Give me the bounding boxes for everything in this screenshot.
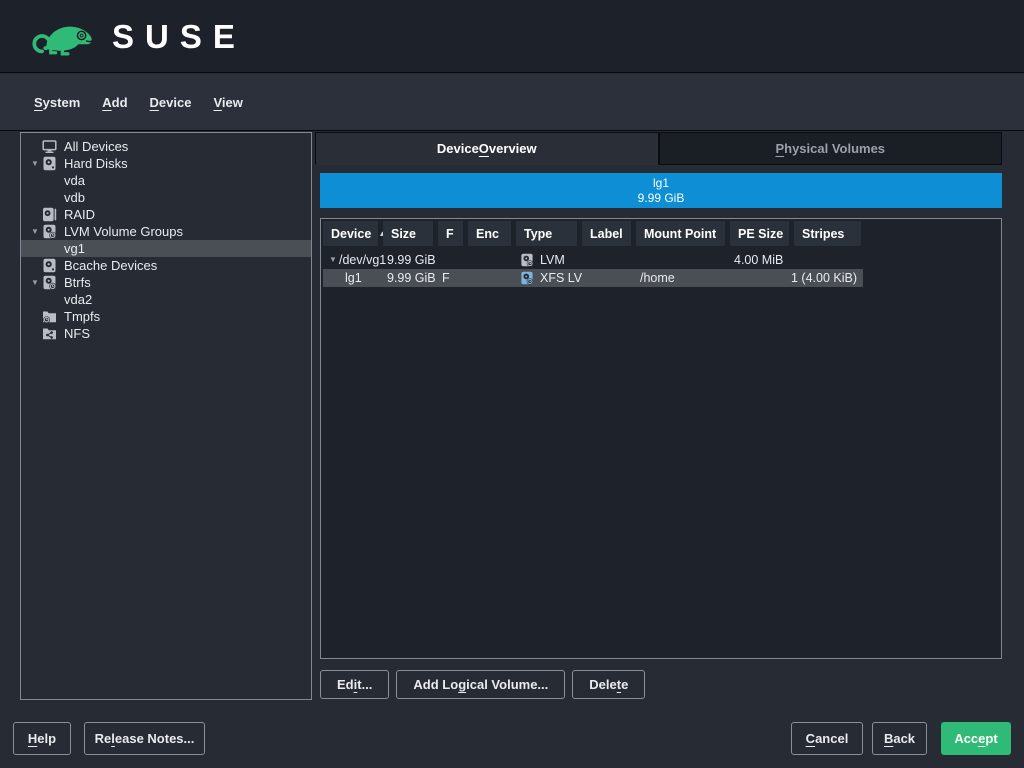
tree-item-vda[interactable]: vda	[21, 172, 311, 189]
column-header-enc[interactable]: Enc	[468, 221, 511, 246]
tree-item-label: Tmpfs	[64, 309, 100, 324]
suse-logo: SUSE	[28, 14, 246, 58]
tree-item-label: vdb	[64, 190, 85, 205]
expander-icon[interactable]: ▼	[28, 278, 42, 287]
tree-item-vg1[interactable]: vg1	[21, 240, 311, 257]
hard-disk-icon	[42, 258, 57, 273]
tree-item-nfs[interactable]: NFS	[21, 325, 311, 342]
folder-clock-icon	[42, 309, 57, 324]
column-header-pe-size[interactable]: PE Size	[730, 221, 789, 246]
menubar: System Add Device View	[0, 74, 1024, 131]
accept-button[interactable]: Accept	[941, 722, 1011, 755]
cancel-button[interactable]: Cancel	[791, 722, 863, 755]
edit-button[interactable]: Edit...	[320, 670, 389, 699]
tree-item-label: RAID	[64, 207, 95, 222]
menu-system[interactable]: System	[25, 89, 89, 116]
delete-button[interactable]: Delete	[572, 670, 645, 699]
monitor-icon	[42, 139, 57, 154]
tree-item-vdb[interactable]: vdb	[21, 189, 311, 206]
tree-item-label: vda2	[64, 292, 92, 307]
tree-item-btrfs[interactable]: ▼ Btrfs	[21, 274, 311, 291]
column-header-device[interactable]: Device ▲	[323, 221, 378, 246]
summary-device-name: lg1	[653, 176, 669, 191]
raid-icon	[42, 207, 57, 222]
suse-chameleon-icon	[28, 14, 100, 58]
back-button[interactable]: Back	[872, 722, 927, 755]
tree-item-lvm-volume-groups[interactable]: ▼ LVM Volume Groups	[21, 223, 311, 240]
tree-item-label: vda	[64, 173, 85, 188]
device-tree: All Devices ▼ Hard Disks vda vdb RAID ▼ …	[20, 132, 312, 700]
disk-clock-icon	[42, 275, 57, 290]
menu-add[interactable]: Add	[93, 89, 136, 116]
tree-item-label: vg1	[64, 241, 85, 256]
tree-item-label: Bcache Devices	[64, 258, 157, 273]
tab-physical-volumes[interactable]: Physical Volumes	[659, 132, 1003, 165]
device-summary-bar: lg1 9.99 GiB	[320, 173, 1002, 208]
table-row-lg1[interactable]: lg1 9.99 GiB F XFS LV /home 1 (4.00 KiB)	[323, 269, 863, 287]
lvm-type-icon	[520, 253, 534, 267]
folder-share-icon	[42, 326, 57, 341]
menu-view[interactable]: View	[204, 89, 251, 116]
column-header-f[interactable]: F	[438, 221, 463, 246]
help-button[interactable]: Help	[13, 722, 71, 755]
expander-icon[interactable]: ▼	[28, 159, 42, 168]
menu-device[interactable]: Device	[141, 89, 201, 116]
tab-device-overview[interactable]: Device Overview	[315, 132, 659, 165]
device-table: Device ▲ Size F Enc Type Label Mount Poi…	[320, 218, 1002, 659]
hard-disk-icon	[42, 156, 57, 171]
tab-bar: Device Overview Physical Volumes	[315, 132, 1002, 165]
tree-item-label: Hard Disks	[64, 156, 128, 171]
column-header-size[interactable]: Size	[383, 221, 433, 246]
add-logical-volume-button[interactable]: Add Logical Volume...	[396, 670, 565, 699]
xfs-lv-type-icon	[520, 271, 534, 285]
column-header-label[interactable]: Label	[582, 221, 631, 246]
tree-item-hard-disks[interactable]: ▼ Hard Disks	[21, 155, 311, 172]
column-header-type[interactable]: Type	[516, 221, 577, 246]
tree-item-vda2[interactable]: vda2	[21, 291, 311, 308]
tree-item-label: NFS	[64, 326, 90, 341]
summary-device-size: 9.99 GiB	[638, 191, 685, 206]
titlebar: SUSE	[0, 0, 1024, 73]
column-header-stripes[interactable]: Stripes	[794, 221, 861, 246]
table-row-vg1[interactable]: ▼ /dev/vg1 9.99 GiB LVM 4.00 MiB	[323, 251, 863, 269]
tree-item-label: All Devices	[64, 139, 128, 154]
tree-item-label: Btrfs	[64, 275, 91, 290]
yast-partitioner-window: SUSE System Add Device View All Devices …	[0, 0, 1024, 768]
row-expander-icon[interactable]: ▼	[327, 255, 339, 264]
table-actions: Edit... Add Logical Volume... Delete	[320, 670, 645, 699]
release-notes-button[interactable]: Release Notes...	[84, 722, 205, 755]
tree-item-tmpfs[interactable]: Tmpfs	[21, 308, 311, 325]
tree-item-bcache-devices[interactable]: Bcache Devices	[21, 257, 311, 274]
expander-icon[interactable]: ▼	[28, 227, 42, 236]
brand-text: SUSE	[112, 20, 246, 53]
tree-item-label: LVM Volume Groups	[64, 224, 183, 239]
column-header-mount-point[interactable]: Mount Point	[636, 221, 725, 246]
tree-item-raid[interactable]: RAID	[21, 206, 311, 223]
tree-item-all-devices[interactable]: All Devices	[21, 138, 311, 155]
disk-clock-icon	[42, 224, 57, 239]
table-header-row: Device ▲ Size F Enc Type Label Mount Poi…	[323, 221, 999, 246]
